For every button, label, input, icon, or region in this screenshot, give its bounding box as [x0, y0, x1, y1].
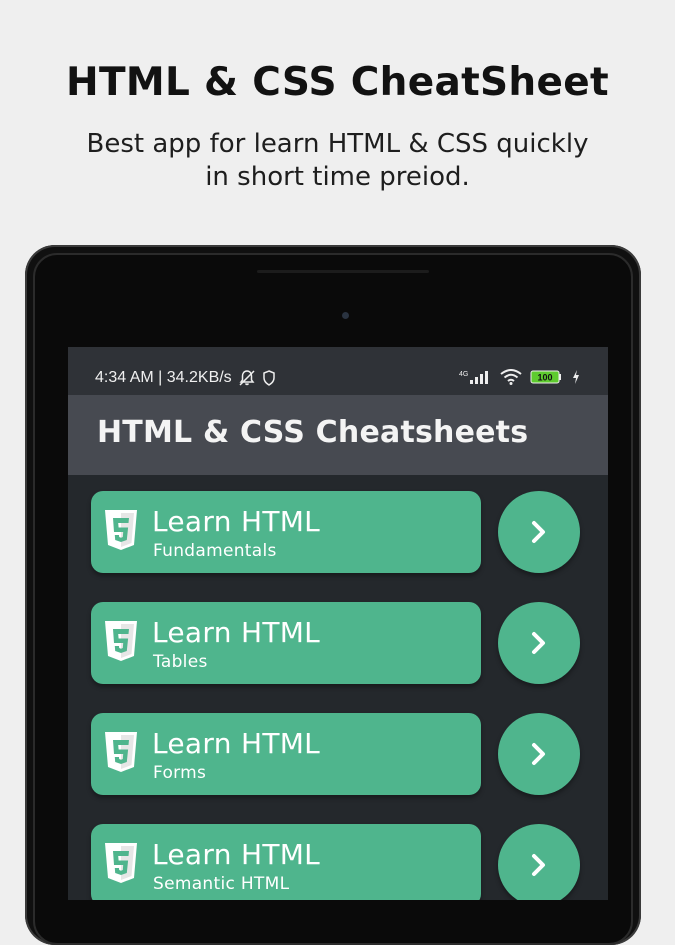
open-lesson-button[interactable] [498, 824, 580, 900]
html5-icon [105, 732, 137, 772]
app-bar: HTML & CSS Cheatsheets [68, 395, 608, 475]
battery-level: 100 [537, 373, 552, 383]
chevron-right-icon [532, 743, 545, 765]
front-camera [342, 312, 349, 319]
lesson-subtitle: Semantic HTML [153, 874, 290, 894]
lesson-card[interactable]: Learn HTML Tables [91, 602, 481, 684]
lesson-card[interactable]: Learn HTML Fundamentals [91, 491, 481, 573]
charging-icon [573, 370, 579, 384]
open-lesson-button[interactable] [498, 602, 580, 684]
lesson-subtitle: Fundamentals [153, 541, 277, 561]
lesson-list: Learn HTML Fundamentals Learn HTML Table… [68, 475, 608, 900]
status-time-speed: 4:34 AM | 34.2KB/s [95, 369, 232, 386]
battery-icon: 100 [530, 370, 561, 384]
open-lesson-button[interactable] [498, 713, 580, 795]
lesson-subtitle: Tables [153, 652, 208, 672]
html5-icon [105, 621, 137, 661]
wifi-icon [500, 369, 522, 385]
lesson-title: Learn HTML [152, 727, 321, 760]
app-screen: 4:34 AM | 34.2KB/s 4G 100 HTML & CSS Che… [68, 347, 608, 900]
promo-subtitle-line-1: Best app for learn HTML & CSS quickly [86, 129, 589, 159]
promo-title: HTML & CSS CheatSheet [66, 60, 609, 105]
lesson-title: Learn HTML [152, 838, 321, 871]
shield-icon [262, 370, 275, 386]
network-type: 4G [459, 371, 468, 378]
lesson-card[interactable]: Learn HTML Forms [91, 713, 481, 795]
promo-subtitle: Best app for learn HTML & CSS quickly in… [0, 128, 675, 194]
speaker-grille [257, 270, 429, 273]
mute-bell-icon [239, 370, 255, 386]
html5-icon [105, 510, 137, 550]
lesson-card[interactable]: Learn HTML Semantic HTML [91, 824, 481, 900]
html5-icon [105, 843, 137, 883]
lesson-subtitle: Forms [153, 763, 207, 783]
status-right: 4G 100 [458, 369, 580, 385]
status-bar: 4:34 AM | 34.2KB/s 4G 100 [68, 347, 608, 395]
lesson-title: Learn HTML [152, 616, 321, 649]
chevron-right-icon [532, 521, 545, 543]
chevron-right-icon [532, 854, 545, 876]
chevron-right-icon [532, 632, 545, 654]
app-title: HTML & CSS Cheatsheets [97, 415, 529, 450]
lesson-title: Learn HTML [152, 505, 321, 538]
status-left: 4:34 AM | 34.2KB/s [95, 369, 276, 387]
signal-icon: 4G [459, 371, 488, 384]
promo-subtitle-line-2: in short time preiod. [205, 162, 470, 192]
open-lesson-button[interactable] [498, 491, 580, 573]
